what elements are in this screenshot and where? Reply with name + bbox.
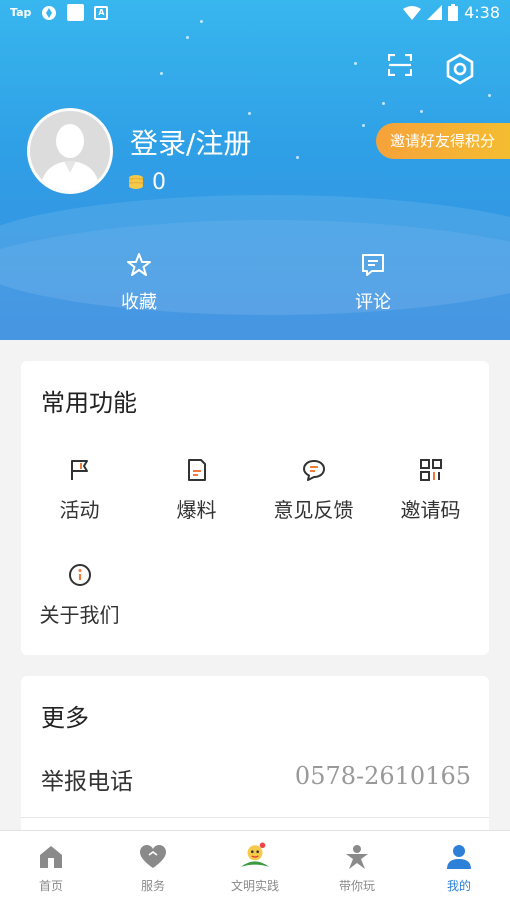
status-bar: Tap A 4:38: [0, 0, 510, 28]
function-label: 活动: [59, 498, 100, 522]
login-register-link[interactable]: 登录/注册: [130, 122, 251, 162]
info-icon: [68, 564, 91, 586]
wifi-icon: [403, 5, 422, 20]
heart-icon: [140, 845, 166, 868]
star-icon: [127, 253, 151, 276]
comments-button[interactable]: 评论: [342, 252, 404, 314]
comment-icon: [362, 254, 384, 276]
tab-civilization-practice[interactable]: 文明实践: [204, 842, 306, 894]
common-functions-card: 常用功能 活动 爆料 意见反馈 邀请码 关于我们: [21, 361, 489, 655]
common-functions-title: 常用功能: [41, 389, 137, 417]
coin-stack-icon: [129, 174, 143, 189]
a-notification-icon: A: [94, 5, 109, 20]
more-card: 更多 举报电话 0578-2610165: [21, 676, 489, 836]
function-label: 爆料: [176, 498, 217, 522]
points-display: 0: [128, 170, 166, 195]
app-notification-icon: [67, 4, 85, 21]
tap-app-icon: Tap: [10, 6, 32, 19]
favorites-label: 收藏: [121, 292, 157, 313]
user-silhouette-icon: [30, 111, 110, 191]
invite-friends-button[interactable]: 邀请好友得积分: [376, 123, 510, 159]
tab-take-you-play[interactable]: 带你玩: [306, 843, 408, 894]
home-icon: [40, 846, 62, 868]
report-phone-row[interactable]: 举报电话 0578-2610165: [21, 748, 489, 818]
function-label: 关于我们: [39, 603, 120, 627]
chat-bubble-icon: [302, 460, 325, 481]
function-about-us[interactable]: 关于我们: [21, 563, 138, 628]
user-icon: [447, 845, 471, 869]
mascot-icon: [241, 842, 269, 867]
tab-home[interactable]: 首页: [0, 843, 102, 894]
screen: Tap A 4:38 登录/注册 0 邀请好友得积分 收藏 评论 常用功能 活动…: [0, 0, 510, 906]
status-time: 4:38: [464, 3, 500, 22]
tab-label: 带你玩: [338, 879, 375, 893]
tab-mine[interactable]: 我的: [408, 843, 510, 894]
tab-label: 我的: [446, 879, 471, 893]
function-feedback[interactable]: 意见反馈: [255, 458, 372, 523]
report-phone-number[interactable]: 0578-2610165: [295, 762, 471, 790]
avatar[interactable]: [27, 108, 113, 194]
report-phone-label: 举报电话: [41, 769, 133, 795]
function-tip-off[interactable]: 爆料: [138, 458, 255, 523]
profile-header: Tap A 4:38 登录/注册 0 邀请好友得积分 收藏 评论: [0, 0, 510, 340]
sync-icon: [42, 5, 57, 20]
favorites-button[interactable]: 收藏: [108, 252, 170, 314]
bottom-tab-bar: 首页 服务 文明实践 带你玩 我的: [0, 830, 510, 906]
flag-icon: [70, 460, 88, 480]
qr-code-icon: [419, 459, 442, 481]
function-label: 意见反馈: [273, 498, 354, 522]
settings-icon[interactable]: [444, 53, 476, 85]
scan-icon[interactable]: [388, 54, 412, 76]
tab-label: 文明实践: [230, 879, 279, 893]
tab-label: 服务: [140, 879, 165, 893]
function-activity[interactable]: 活动: [21, 458, 138, 523]
battery-icon: [448, 4, 459, 21]
document-icon: [187, 459, 206, 481]
points-value: 0: [152, 170, 166, 195]
tab-services[interactable]: 服务: [102, 843, 204, 894]
function-label: 邀请码: [400, 498, 461, 522]
person-play-icon: [346, 845, 368, 869]
function-invite-code[interactable]: 邀请码: [372, 458, 489, 523]
more-title: 更多: [41, 704, 89, 732]
comments-label: 评论: [355, 292, 391, 313]
signal-icon: [427, 5, 443, 20]
tab-label: 首页: [38, 879, 63, 893]
